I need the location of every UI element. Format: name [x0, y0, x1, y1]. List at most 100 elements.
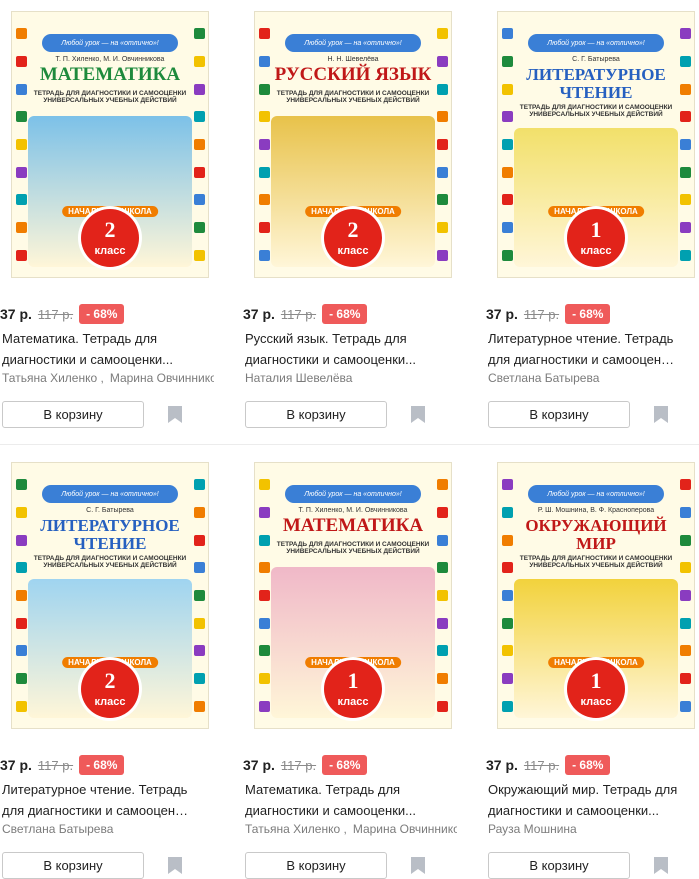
bookmark-icon[interactable]: [654, 857, 668, 874]
author-link[interactable]: Татьяна Хиленко ,: [2, 371, 104, 385]
product-title-link[interactable]: Математика. Тетрадь для диагностики и са…: [2, 328, 212, 370]
book-cover-image[interactable]: Любой урок — на «отлично»! Н. Н. Шевелёв…: [255, 12, 451, 277]
cover-grade-number: 1: [590, 217, 602, 242]
cover-right-strip: [192, 463, 206, 728]
author-link[interactable]: Татьяна Хиленко ,: [245, 822, 347, 836]
cover-decor-square: [679, 645, 691, 657]
cover-decor-square: [436, 506, 448, 518]
discount-badge: - 68%: [322, 304, 368, 324]
cover-decor-square: [436, 138, 448, 150]
book-cover-image[interactable]: Любой урок — на «отлично»! Р. Ш. Мошнина…: [498, 463, 694, 728]
cover-decor-square: [501, 166, 513, 178]
bookmark-icon[interactable]: [654, 406, 668, 423]
product-title-link[interactable]: Математика. Тетрадь для диагностики и са…: [245, 779, 455, 821]
product-title-line-2: диагностики и самооценки...: [488, 803, 659, 818]
cover-decor-square: [436, 700, 448, 712]
cover-decor-square: [679, 672, 691, 684]
cover-decor-square: [258, 672, 270, 684]
book-cover-image[interactable]: Любой урок — на «отлично»! Т. П. Хиленко…: [12, 12, 208, 277]
cover-decor-square: [679, 700, 691, 712]
cover-decor-square: [501, 645, 513, 657]
cover-grade-number: 2: [347, 217, 359, 242]
bookmark-icon[interactable]: [168, 857, 182, 874]
bookmark-icon[interactable]: [411, 406, 425, 423]
cover-decor-square: [258, 194, 270, 206]
cover-decor-square: [436, 111, 448, 123]
cover-subtitle: ТЕТРАДЬ ДЛЯ ДИАГНОСТИКИ И САМООЦЕНКИ УНИ…: [519, 104, 673, 118]
cover-decor-square: [193, 479, 205, 491]
cover-decor-square: [15, 700, 27, 712]
cover-decor-square: [436, 479, 448, 491]
add-to-cart-button[interactable]: В корзину: [488, 401, 630, 428]
old-price: 117 р.: [280, 306, 317, 322]
cover-decor-square: [258, 645, 270, 657]
add-to-cart-button[interactable]: В корзину: [2, 401, 144, 428]
cover-authors: С. Г. Батырева: [86, 507, 134, 514]
cover-decor-square: [258, 506, 270, 518]
cover-decor-square: [15, 55, 27, 67]
author-link[interactable]: Марина Овчинникова: [353, 822, 457, 836]
cover-decor-square: [258, 617, 270, 629]
cover-decor-square: [193, 111, 205, 123]
cover-decor-square: [258, 249, 270, 261]
cover-authors: Р. Ш. Мошнина, В. Ф. Красноперова: [537, 507, 655, 514]
price-row: 37 р. 117 р. - 68%: [243, 303, 368, 325]
cover-decor-square: [258, 479, 270, 491]
cover-authors: Т. П. Хиленко, М. И. Овчинникова: [298, 507, 408, 514]
author-link[interactable]: Наталия Шевелёва: [245, 371, 352, 385]
cover-decor-square: [436, 534, 448, 546]
cover-decor-square: [501, 617, 513, 629]
bookmark-icon[interactable]: [411, 857, 425, 874]
old-price: 117 р.: [37, 757, 74, 773]
current-price: 37 р.: [243, 306, 275, 322]
product-title-link[interactable]: Русский язык. Тетрадь для диагностики и …: [245, 328, 455, 370]
cover-decor-square: [193, 249, 205, 261]
cover-left-strip: [14, 463, 28, 728]
cover-decor-square: [436, 28, 448, 40]
cover-title: ЛИТЕРАТУРНОЕ ЧТЕНИЕ: [526, 65, 666, 102]
author-link[interactable]: Светлана Батырева: [488, 371, 599, 385]
cover-grade-badge: 2 класс: [81, 660, 139, 718]
price-row: 37 р. 117 р. - 68%: [0, 754, 125, 776]
cover-decor-square: [193, 83, 205, 95]
cover-decor-square: [436, 83, 448, 95]
add-to-cart-button[interactable]: В корзину: [245, 401, 387, 428]
cover-decor-square: [15, 28, 27, 40]
cover-decor-square: [15, 589, 27, 601]
cover-decor-square: [436, 55, 448, 67]
cover-grade-badge: 2 класс: [81, 209, 139, 267]
cover-right-strip: [435, 12, 449, 277]
cover-slogan: Любой урок — на «отлично»!: [42, 485, 178, 503]
cover-decor-square: [15, 166, 27, 178]
cover-decor-square: [15, 672, 27, 684]
product-title-line-1: Литературное чтение. Тетрадь: [488, 331, 674, 346]
book-cover-image[interactable]: Любой урок — на «отлично»! Т. П. Хиленко…: [255, 463, 451, 728]
book-cover-image[interactable]: Любой урок — на «отлично»! С. Г. Батырев…: [12, 463, 208, 728]
cover-subtitle: ТЕТРАДЬ ДЛЯ ДИАГНОСТИКИ И САМООЦЕНКИ УНИ…: [33, 555, 187, 569]
cover-grade-badge: 2 класс: [324, 209, 382, 267]
cover-decor-square: [679, 534, 691, 546]
product-title-link[interactable]: Литературное чтение. Тетрадь для диагнос…: [2, 779, 212, 821]
product-title-line-1: Русский язык. Тетрадь для: [245, 331, 407, 346]
cover-decor-square: [193, 672, 205, 684]
cover-decor-square: [258, 562, 270, 574]
cover-decor-square: [193, 562, 205, 574]
author-link[interactable]: Светлана Батырева: [2, 822, 113, 836]
book-cover-image[interactable]: Любой урок — на «отлично»! С. Г. Батырев…: [498, 12, 694, 277]
add-to-cart-button[interactable]: В корзину: [488, 852, 630, 879]
cover-right-strip: [435, 463, 449, 728]
cover-decor-square: [436, 221, 448, 233]
author-link[interactable]: Рауза Мошнина: [488, 822, 577, 836]
bookmark-icon[interactable]: [168, 406, 182, 423]
add-to-cart-button[interactable]: В корзину: [2, 852, 144, 879]
product-title-link[interactable]: Окружающий мир. Тетрадь для диагностики …: [488, 779, 698, 821]
price-row: 37 р. 117 р. - 68%: [0, 303, 125, 325]
product-title-line-1: Окружающий мир. Тетрадь для: [488, 782, 678, 797]
product-title-link[interactable]: Литературное чтение. Тетрадь для диагнос…: [488, 328, 698, 370]
discount-badge: - 68%: [322, 755, 368, 775]
author-link[interactable]: Марина Овчинникова: [110, 371, 214, 385]
cover-decor-square: [15, 534, 27, 546]
add-to-cart-button[interactable]: В корзину: [245, 852, 387, 879]
old-price: 117 р.: [523, 306, 560, 322]
cover-decor-square: [258, 28, 270, 40]
